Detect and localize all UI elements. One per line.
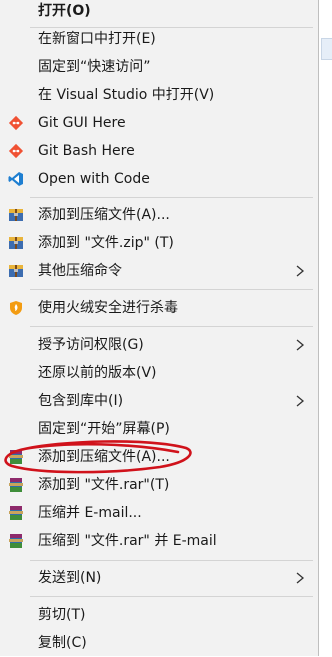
menu-item-label: 授予访问权限(G) [38, 337, 144, 353]
winrar-icon [9, 534, 23, 548]
vscode-icon [8, 172, 23, 186]
context-menu: 打开(O) 在新窗口中打开(E) 固定到“快速访问” 在 Visual Stud… [0, 0, 319, 656]
archive-icon [9, 209, 23, 221]
menu-item-git-bash[interactable]: Git Bash Here [0, 137, 319, 165]
menu-item-add-to-zip[interactable]: 添加到 "文件.zip" (T) [0, 229, 319, 257]
git-icon [8, 115, 24, 131]
menu-item-label: 在新窗口中打开(E) [38, 31, 156, 47]
menu-item-open-with-code[interactable]: Open with Code [0, 165, 319, 193]
menu-item-grant-access[interactable]: 授予访问权限(G) [0, 331, 319, 359]
chevron-right-icon [296, 339, 305, 351]
menu-separator [30, 197, 313, 198]
menu-item-winrar-compress-rar-email[interactable]: 压缩到 "文件.rar" 并 E-mail [0, 527, 319, 555]
menu-item-open[interactable]: 打开(O) [0, 0, 319, 25]
menu-separator [30, 560, 313, 561]
menu-item-send-to[interactable]: 发送到(N) [0, 564, 319, 592]
archive-icon [9, 265, 23, 277]
menu-item-other-compress[interactable]: 其他压缩命令 [0, 257, 319, 285]
background-window-edge [319, 0, 332, 656]
chevron-right-icon [296, 572, 305, 584]
menu-item-include-in-library[interactable]: 包含到库中(I) [0, 387, 319, 415]
menu-item-open-new-window[interactable]: 在新窗口中打开(E) [0, 25, 319, 53]
menu-item-label: Open with Code [38, 171, 150, 187]
menu-separator [30, 326, 313, 327]
menu-item-label: 发送到(N) [38, 570, 102, 586]
menu-item-cut[interactable]: 剪切(T) [0, 601, 319, 629]
menu-item-label: 使用火绒安全进行杀毒 [38, 300, 178, 316]
menu-item-label: 压缩并 E-mail... [38, 505, 142, 521]
background-tab [321, 38, 332, 60]
git-icon [8, 143, 24, 159]
menu-item-label: 剪切(T) [38, 607, 86, 623]
menu-item-copy[interactable]: 复制(C) [0, 629, 319, 657]
menu-item-restore-previous[interactable]: 还原以前的版本(V) [0, 359, 319, 387]
menu-item-pin-quick-access[interactable]: 固定到“快速访问” [0, 53, 319, 81]
menu-item-label: 添加到压缩文件(A)... [38, 207, 170, 223]
menu-item-winrar-add-to-archive[interactable]: 添加到压缩文件(A)... [0, 443, 319, 471]
menu-separator [30, 289, 313, 290]
menu-item-label: 固定到“开始”屏幕(P) [38, 421, 170, 437]
menu-item-label: 添加到 "文件.zip" (T) [38, 235, 174, 251]
menu-item-winrar-add-to-rar[interactable]: 添加到 "文件.rar"(T) [0, 471, 319, 499]
menu-item-label: Git Bash Here [38, 143, 135, 159]
menu-item-label: 打开(O) [38, 3, 91, 19]
menu-item-label: Git GUI Here [38, 115, 126, 131]
menu-separator [30, 596, 313, 597]
menu-item-label: 还原以前的版本(V) [38, 365, 157, 381]
menu-item-git-gui[interactable]: Git GUI Here [0, 109, 319, 137]
chevron-right-icon [296, 265, 305, 277]
huorong-shield-icon [10, 301, 22, 315]
menu-item-label: 压缩到 "文件.rar" 并 E-mail [38, 533, 217, 549]
menu-item-winrar-compress-email[interactable]: 压缩并 E-mail... [0, 499, 319, 527]
menu-item-label: 添加到压缩文件(A)... [38, 449, 170, 465]
menu-item-label: 其他压缩命令 [38, 263, 122, 279]
winrar-icon [9, 450, 23, 464]
winrar-icon [9, 478, 23, 492]
menu-item-label: 包含到库中(I) [38, 393, 124, 409]
menu-item-pin-to-start[interactable]: 固定到“开始”屏幕(P) [0, 415, 319, 443]
menu-item-label: 添加到 "文件.rar"(T) [38, 477, 170, 493]
chevron-right-icon [296, 395, 305, 407]
menu-item-label: 在 Visual Studio 中打开(V) [38, 87, 215, 103]
menu-item-label: 固定到“快速访问” [38, 59, 151, 75]
menu-item-add-to-archive[interactable]: 添加到压缩文件(A)... [0, 201, 319, 229]
archive-icon [9, 237, 23, 249]
winrar-icon [9, 506, 23, 520]
menu-item-label: 复制(C) [38, 635, 87, 651]
menu-item-open-visual-studio[interactable]: 在 Visual Studio 中打开(V) [0, 81, 319, 109]
menu-item-huorong-scan[interactable]: 使用火绒安全进行杀毒 [0, 294, 319, 322]
